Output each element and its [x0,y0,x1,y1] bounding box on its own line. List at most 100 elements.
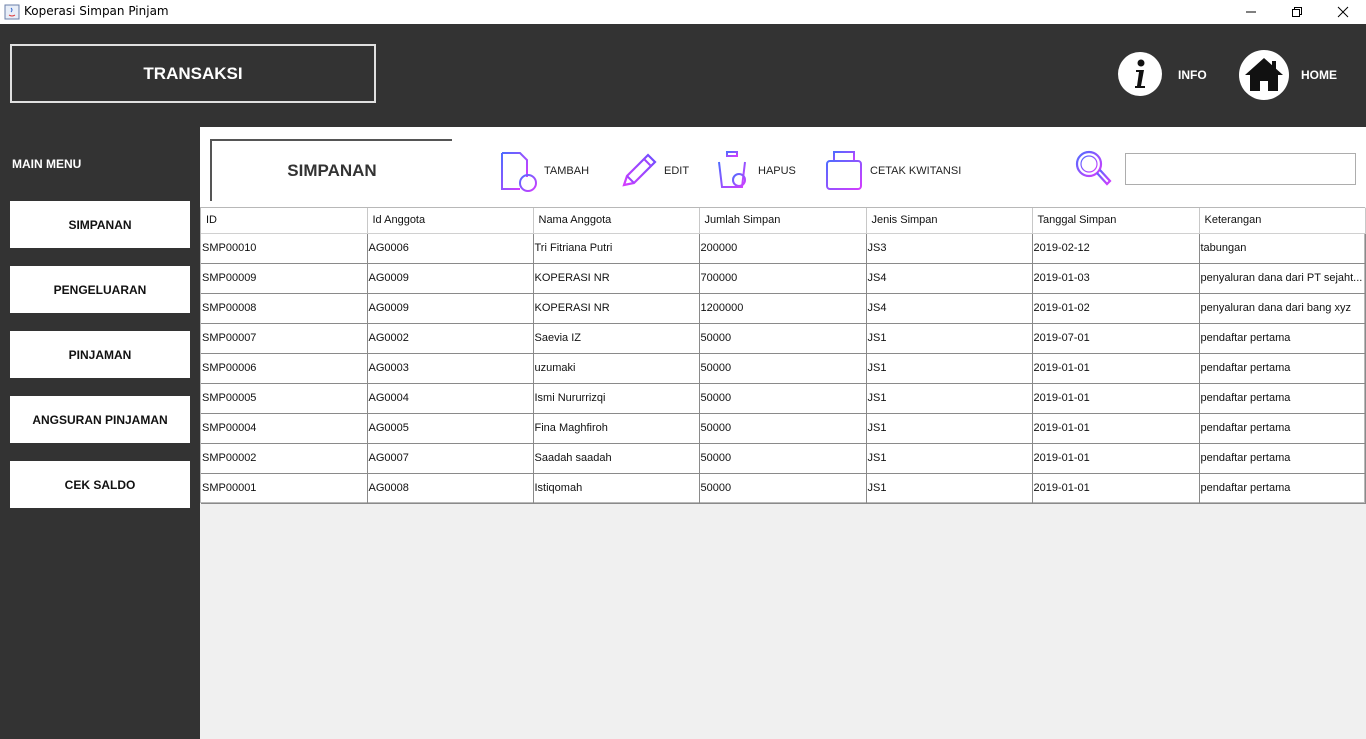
table-cell[interactable]: 2019-01-01 [1032,413,1200,444]
table-cell[interactable]: 2019-01-03 [1032,263,1200,294]
table-row[interactable]: SMP00008 AG0009 KOPERASI NR 1200000 JS4 … [201,293,1366,324]
table-cell[interactable]: 2019-01-01 [1032,473,1200,504]
table-cell[interactable]: AG0007 [367,443,534,474]
table-row[interactable]: SMP00009 AG0009 KOPERASI NR 700000 JS4 2… [201,263,1366,294]
table-cell[interactable]: SMP00010 [201,233,368,264]
table-row[interactable]: SMP00001 AG0008 Istiqomah 50000 JS1 2019… [201,473,1366,504]
table-cell[interactable]: SMP00008 [201,293,368,324]
table-row[interactable]: SMP00007 AG0002 Saevia IZ 50000 JS1 2019… [201,323,1366,354]
table-cell[interactable]: 50000 [699,413,867,444]
table-cell[interactable]: AG0005 [367,413,534,444]
column-header-id[interactable]: ID [201,208,368,234]
table-cell[interactable]: AG0002 [367,323,534,354]
table-cell[interactable]: pendaftar pertama [1199,443,1366,474]
maximize-button[interactable] [1274,0,1320,24]
table-cell[interactable]: AG0006 [367,233,534,264]
table-cell[interactable]: Fina Maghfiroh [533,413,700,444]
table-cell[interactable]: pendaftar pertama [1199,383,1366,414]
hapus-button[interactable]: HAPUS [712,149,796,193]
table-row[interactable]: SMP00002 AG0007 Saadah saadah 50000 JS1 … [201,443,1366,474]
table-cell[interactable]: Tri Fitriana Putri [533,233,700,264]
home-icon[interactable] [1238,49,1290,101]
table-cell[interactable]: KOPERASI NR [533,293,700,324]
column-header-id-anggota[interactable]: Id Anggota [367,208,534,234]
table-cell[interactable]: penyaluran dana dari bang xyz [1199,293,1366,324]
table-cell[interactable]: AG0009 [367,293,534,324]
sidebar-item-angsuran-pinjaman[interactable]: ANGSURAN PINJAMAN [10,396,190,443]
table-cell[interactable]: AG0003 [367,353,534,384]
search-input[interactable] [1125,153,1356,185]
table-cell[interactable]: Ismi Nururrizqi [533,383,700,414]
column-header-nama-anggota[interactable]: Nama Anggota [533,208,700,234]
table-cell[interactable]: 2019-07-01 [1032,323,1200,354]
table-cell[interactable]: SMP00005 [201,383,368,414]
table-cell[interactable]: 50000 [699,353,867,384]
table-cell[interactable]: uzumaki [533,353,700,384]
search-icon[interactable] [1074,149,1112,189]
table-cell[interactable]: 1200000 [699,293,867,324]
table-cell[interactable]: Istiqomah [533,473,700,504]
table-cell[interactable]: SMP00006 [201,353,368,384]
table-row[interactable]: SMP00004 AG0005 Fina Maghfiroh 50000 JS1… [201,413,1366,444]
info-icon[interactable] [1117,51,1163,97]
home-label[interactable]: HOME [1301,68,1337,82]
panel-title-box: SIMPANAN [210,139,452,201]
table-cell[interactable]: pendaftar pertama [1199,413,1366,444]
table-row[interactable]: SMP00006 AG0003 uzumaki 50000 JS1 2019-0… [201,353,1366,384]
table-cell[interactable]: Saadah saadah [533,443,700,474]
table-cell[interactable]: SMP00007 [201,323,368,354]
table-cell[interactable]: SMP00001 [201,473,368,504]
table-header-row: ID Id Anggota Nama Anggota Jumlah Simpan… [201,208,1366,234]
table-cell[interactable]: JS1 [866,353,1033,384]
table-cell[interactable]: SMP00002 [201,443,368,474]
table-cell[interactable]: KOPERASI NR [533,263,700,294]
table-cell[interactable]: JS1 [866,383,1033,414]
edit-button[interactable]: EDIT [618,149,689,193]
table-cell[interactable]: 200000 [699,233,867,264]
sidebar-item-pengeluaran[interactable]: PENGELUARAN [10,266,190,313]
table-cell[interactable]: JS4 [866,293,1033,324]
minimize-button[interactable] [1228,0,1274,24]
table-cell[interactable]: JS1 [866,323,1033,354]
table-cell[interactable]: 2019-01-01 [1032,443,1200,474]
table-cell[interactable]: pendaftar pertama [1199,473,1366,504]
table-cell[interactable]: JS4 [866,263,1033,294]
trash-icon [716,151,748,188]
table-cell[interactable]: tabungan [1199,233,1366,264]
table-cell[interactable]: 2019-02-12 [1032,233,1200,264]
table-cell[interactable]: 50000 [699,323,867,354]
table-cell[interactable]: 2019-01-02 [1032,293,1200,324]
table-cell[interactable]: 2019-01-01 [1032,353,1200,384]
table-cell[interactable]: 50000 [699,473,867,504]
table-cell[interactable]: JS1 [866,413,1033,444]
column-header-jenis-simpan[interactable]: Jenis Simpan [866,208,1033,234]
table-cell[interactable]: AG0008 [367,473,534,504]
table-cell[interactable]: pendaftar pertama [1199,353,1366,384]
column-header-jumlah-simpan[interactable]: Jumlah Simpan [699,208,867,234]
table-cell[interactable]: 50000 [699,383,867,414]
table-row[interactable]: SMP00005 AG0004 Ismi Nururrizqi 50000 JS… [201,383,1366,414]
column-header-tanggal-simpan[interactable]: Tanggal Simpan [1032,208,1200,234]
table-cell[interactable]: Saevia IZ [533,323,700,354]
sidebar-item-cek-saldo[interactable]: CEK SALDO [10,461,190,508]
table-cell[interactable]: 2019-01-01 [1032,383,1200,414]
table-cell[interactable]: SMP00004 [201,413,368,444]
table-cell[interactable]: JS1 [866,443,1033,474]
sidebar-item-pinjaman[interactable]: PINJAMAN [10,331,190,378]
table-cell[interactable]: penyaluran dana dari PT sejaht... [1199,263,1366,294]
close-button[interactable] [1320,0,1366,24]
table-cell[interactable]: AG0009 [367,263,534,294]
sidebar-item-simpanan[interactable]: SIMPANAN [10,201,190,248]
table-cell[interactable]: AG0004 [367,383,534,414]
table-cell[interactable]: pendaftar pertama [1199,323,1366,354]
cetak-kwitansi-button[interactable]: CETAK KWITANSI [822,149,961,193]
table-cell[interactable]: 50000 [699,443,867,474]
tambah-button[interactable]: TAMBAH [498,149,589,193]
table-row[interactable]: SMP00010 AG0006 Tri Fitriana Putri 20000… [201,233,1366,264]
table-cell[interactable]: JS3 [866,233,1033,264]
table-cell[interactable]: 700000 [699,263,867,294]
column-header-keterangan[interactable]: Keterangan [1199,208,1366,234]
table-cell[interactable]: SMP00009 [201,263,368,294]
info-label[interactable]: INFO [1178,68,1207,82]
table-cell[interactable]: JS1 [866,473,1033,504]
